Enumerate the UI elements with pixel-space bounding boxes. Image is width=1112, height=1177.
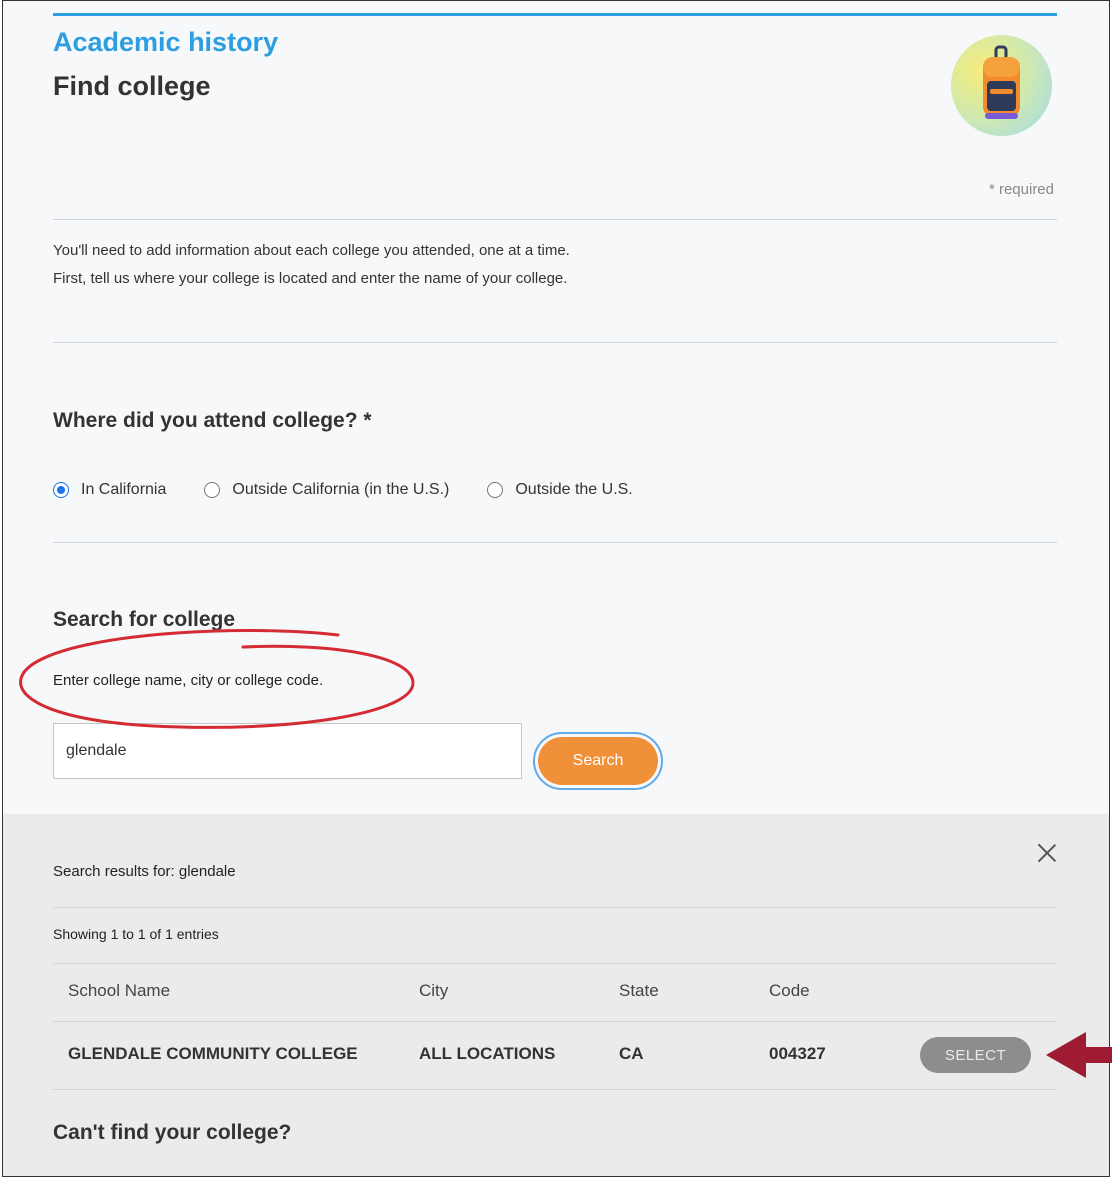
page-frame: Academic history Find college * required… bbox=[2, 0, 1110, 1177]
divider bbox=[53, 542, 1057, 543]
divider bbox=[53, 342, 1057, 343]
search-hint: Enter college name, city or college code… bbox=[53, 672, 324, 689]
search-button[interactable]: Search bbox=[538, 737, 658, 785]
intro-line-1: You'll need to add information about eac… bbox=[53, 242, 570, 259]
radio-outside-california[interactable]: Outside California (in the U.S.) bbox=[204, 481, 449, 499]
divider bbox=[53, 1021, 1057, 1022]
radio-label: Outside California (in the U.S.) bbox=[232, 481, 450, 498]
required-note: * required bbox=[988, 181, 1054, 198]
column-header-state: State bbox=[619, 981, 659, 1000]
column-header-code: Code bbox=[769, 981, 810, 1000]
top-accent-rule bbox=[53, 13, 1057, 16]
location-question: Where did you attend college? * bbox=[53, 409, 372, 432]
radio-in-california[interactable]: In California bbox=[53, 481, 166, 499]
radio-button-checked[interactable] bbox=[53, 482, 69, 498]
entries-count: Showing 1 to 1 of 1 entries bbox=[53, 926, 219, 942]
radio-label: Outside the U.S. bbox=[515, 481, 633, 498]
radio-button[interactable] bbox=[487, 482, 504, 498]
location-radio-group: In California Outside California (in the… bbox=[53, 481, 671, 499]
intro-line-2: First, tell us where your college is loc… bbox=[53, 270, 568, 287]
column-header-school-name: School Name bbox=[68, 981, 171, 1000]
table-cell-city: ALL LOCATIONS bbox=[419, 1044, 556, 1063]
table-cell-state: CA bbox=[619, 1044, 644, 1063]
college-search-input[interactable] bbox=[53, 723, 522, 779]
intro-text: You'll need to add information about eac… bbox=[53, 237, 570, 293]
section-label: Academic history bbox=[53, 27, 279, 57]
table-cell-code: 004327 bbox=[769, 1044, 826, 1063]
radio-outside-us[interactable]: Outside the U.S. bbox=[487, 481, 633, 499]
column-header-city: City bbox=[419, 981, 449, 1000]
divider bbox=[53, 907, 1057, 908]
select-button[interactable]: SELECT bbox=[920, 1037, 1031, 1073]
divider bbox=[53, 963, 1057, 964]
radio-button[interactable] bbox=[204, 482, 221, 498]
close-icon[interactable] bbox=[1037, 843, 1057, 863]
results-for-text: Search results for: glendale bbox=[53, 863, 236, 880]
cant-find-college-heading: Can't find your college? bbox=[53, 1121, 292, 1144]
table-cell-school: GLENDALE COMMUNITY COLLEGE bbox=[68, 1044, 358, 1063]
search-heading: Search for college bbox=[53, 608, 236, 631]
radio-label: In California bbox=[81, 481, 167, 498]
divider bbox=[53, 1089, 1057, 1090]
backpack-icon bbox=[951, 35, 1052, 136]
divider bbox=[53, 219, 1057, 220]
page-title: Find college bbox=[53, 71, 211, 101]
